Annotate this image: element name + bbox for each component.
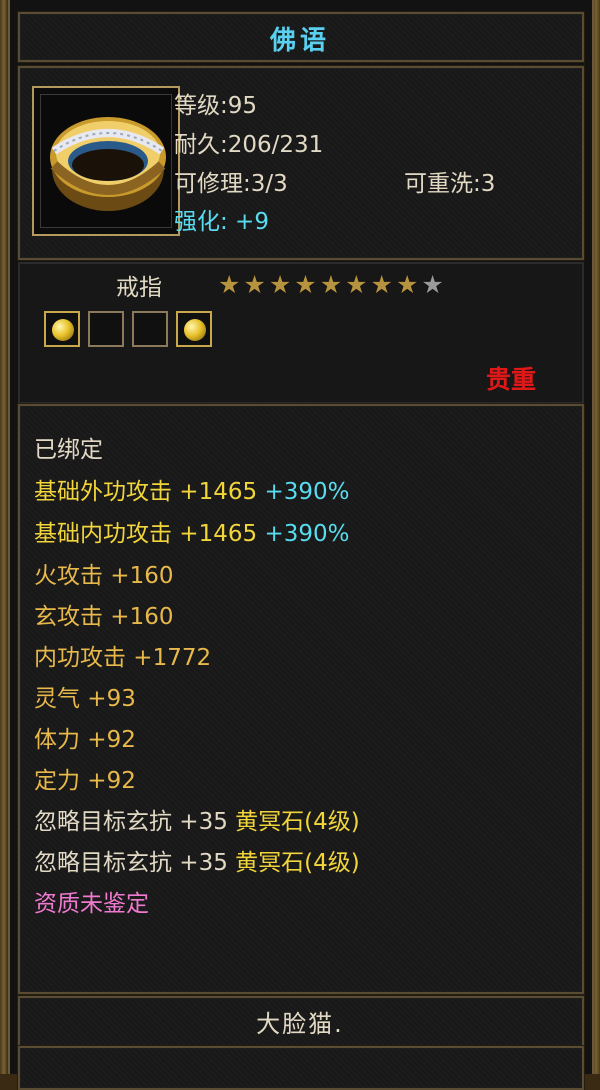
quality-status: 资质未鉴定 <box>34 891 149 917</box>
left-border <box>0 0 8 1074</box>
star-icon: ★ <box>294 270 317 299</box>
ring-icon <box>50 117 166 211</box>
attr-ignore-resist-1: 忽略目标玄抗 +35 黄冥石(4级) <box>34 802 360 836</box>
star-icon: ★ <box>243 270 266 299</box>
item-name: 佛语 <box>269 26 330 56</box>
next-panel <box>18 1046 584 1090</box>
star-icon: ★ <box>395 270 419 299</box>
bound-status: 已绑定 <box>34 437 103 463</box>
item-icon-frame <box>32 86 180 236</box>
gem-icon <box>184 319 206 341</box>
attr-label: 忽略目标玄抗 +35 <box>34 809 228 835</box>
star-icon: ★ <box>218 270 241 299</box>
attr-inner: 内功攻击 +1772 <box>34 645 212 671</box>
star-icon: ★ <box>370 270 393 299</box>
socket-empty <box>88 311 124 347</box>
star-rating: ★ ★ ★ ★ ★ ★ ★ ★ ★ <box>218 272 444 297</box>
attr-stamina: 体力 +92 <box>34 727 136 753</box>
attr-label: 忽略目标玄抗 +35 <box>34 850 228 876</box>
star-icon: ★ <box>421 270 444 299</box>
attr-label: 基础外功攻击 +1465 <box>34 479 258 505</box>
item-type: 戒指 <box>116 275 162 301</box>
attr-mystic: 玄攻击 +160 <box>34 604 174 630</box>
attr-bonus: +390% <box>264 521 350 547</box>
item-repair: 可修理:3/3 <box>174 171 288 197</box>
star-icon: ★ <box>268 270 292 299</box>
item-durability: 耐久:206/231 <box>174 132 324 158</box>
attr-spirit: 灵气 +93 <box>34 686 136 712</box>
attr-focus: 定力 +92 <box>34 768 136 794</box>
item-icon <box>40 94 172 228</box>
attr-bonus: +390% <box>264 479 350 505</box>
attr-base-internal: 基础内功攻击 +1465 +390% <box>34 514 349 548</box>
gem-icon <box>52 319 74 341</box>
star-icon: ★ <box>319 270 343 299</box>
rarity-label: 贵重 <box>486 365 537 394</box>
star-icon: ★ <box>345 270 368 299</box>
socket-empty <box>132 311 168 347</box>
item-level: 等级:95 <box>174 93 258 119</box>
attr-ignore-resist-2: 忽略目标玄抗 +35 黄冥石(4级) <box>34 843 360 877</box>
socket-filled <box>176 311 212 347</box>
attr-base-external: 基础外功攻击 +1465 +390% <box>34 472 349 506</box>
gem-name: 黄冥石(4级) <box>235 850 360 876</box>
gem-name: 黄冥石(4级) <box>235 809 360 835</box>
owner-name: 大脸猫. <box>256 1010 344 1038</box>
item-rewash: 可重洗:3 <box>404 171 496 197</box>
socket-filled <box>44 311 80 347</box>
item-enhance: 强化: +9 <box>174 209 269 235</box>
socket-row <box>44 311 212 347</box>
attr-label: 基础内功攻击 +1465 <box>34 521 258 547</box>
attr-fire: 火攻击 +160 <box>34 563 174 589</box>
